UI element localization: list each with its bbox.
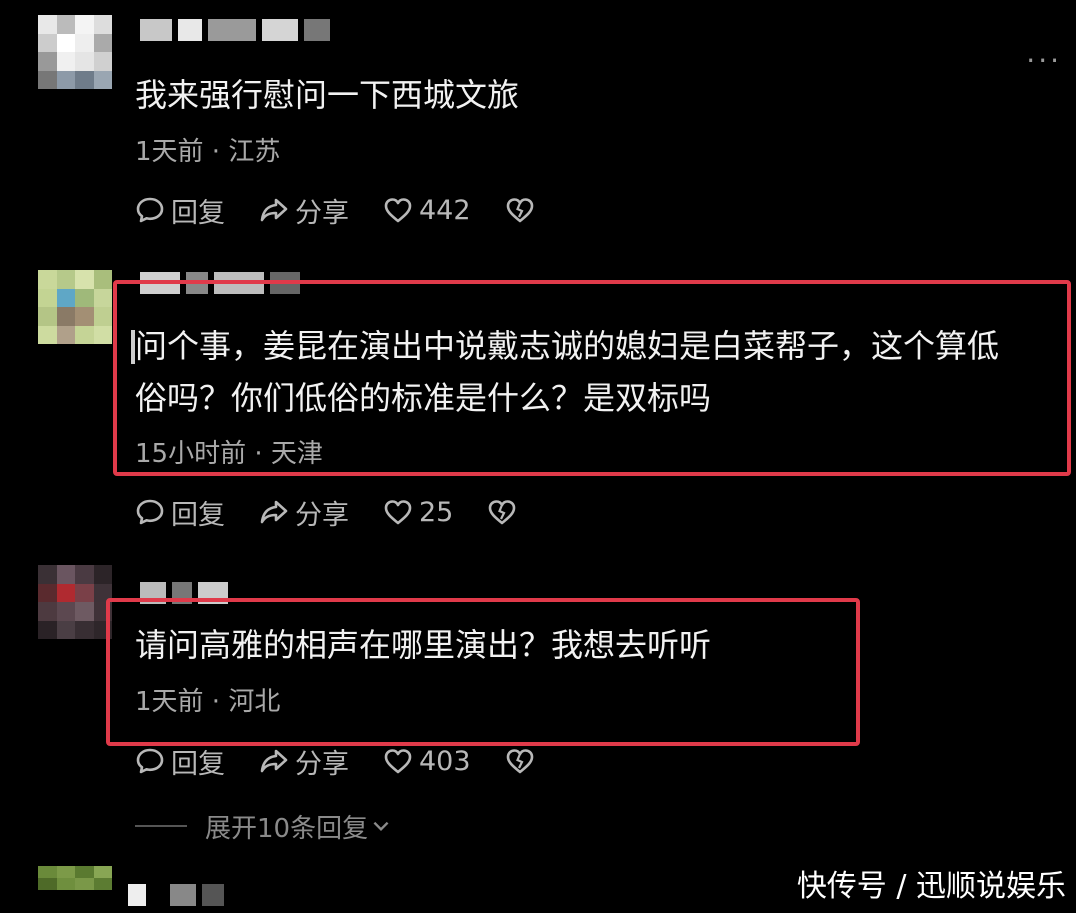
comment-bubble-icon bbox=[136, 197, 164, 223]
avatar[interactable] bbox=[38, 565, 112, 639]
reply-label: 回复 bbox=[171, 748, 225, 780]
username-blurred[interactable] bbox=[140, 15, 330, 45]
action-bar: 回复 分享 25 bbox=[135, 492, 551, 532]
like-count: 25 bbox=[419, 496, 454, 528]
avatar[interactable] bbox=[38, 866, 112, 913]
reply-label: 回复 bbox=[171, 197, 225, 229]
share-label: 分享 bbox=[295, 197, 349, 229]
highlight-box bbox=[113, 280, 1071, 476]
share-button[interactable]: 分享 bbox=[259, 742, 349, 781]
expand-replies-label: 展开10条回复 bbox=[205, 813, 369, 844]
chevron-down-icon bbox=[373, 821, 389, 832]
like-count: 403 bbox=[419, 745, 471, 777]
reply-button[interactable]: 回复 bbox=[135, 191, 225, 230]
comment-meta: 1天前 · 江苏 bbox=[135, 137, 281, 167]
broken-heart-icon bbox=[506, 198, 533, 223]
heart-icon bbox=[384, 198, 412, 223]
comment-bubble-icon bbox=[136, 748, 164, 774]
like-button[interactable]: 25 bbox=[383, 497, 453, 528]
more-icon[interactable]: ... bbox=[1026, 36, 1062, 69]
avatar[interactable] bbox=[38, 270, 112, 344]
action-bar: 回复 分享 442 bbox=[135, 190, 569, 230]
like-button[interactable]: 442 bbox=[383, 195, 471, 226]
expand-replies-button[interactable]: 展开10条回复 bbox=[135, 808, 392, 844]
share-button[interactable]: 分享 bbox=[259, 191, 349, 230]
broken-heart-icon bbox=[489, 500, 516, 525]
heart-icon bbox=[384, 500, 412, 525]
share-label: 分享 bbox=[295, 499, 349, 531]
share-arrow-icon bbox=[260, 198, 288, 222]
dislike-button[interactable] bbox=[505, 195, 535, 225]
avatar[interactable] bbox=[38, 15, 112, 89]
username-blurred[interactable] bbox=[128, 880, 224, 910]
action-bar: 回复 分享 403 bbox=[135, 741, 569, 781]
dislike-button[interactable] bbox=[487, 497, 517, 527]
like-button[interactable]: 403 bbox=[383, 746, 471, 777]
share-button[interactable]: 分享 bbox=[259, 493, 349, 532]
comment-bubble-icon bbox=[136, 499, 164, 525]
reply-button[interactable]: 回复 bbox=[135, 742, 225, 781]
divider-line bbox=[135, 825, 187, 827]
reply-button[interactable]: 回复 bbox=[135, 493, 225, 532]
broken-heart-icon bbox=[506, 749, 533, 774]
share-arrow-icon bbox=[260, 749, 288, 773]
share-arrow-icon bbox=[260, 500, 288, 524]
share-label: 分享 bbox=[295, 748, 349, 780]
dislike-button[interactable] bbox=[505, 746, 535, 776]
heart-icon bbox=[384, 749, 412, 774]
highlight-box bbox=[106, 598, 860, 746]
reply-label: 回复 bbox=[171, 499, 225, 531]
like-count: 442 bbox=[419, 194, 471, 226]
comment-text: 我来强行慰问一下西城文旅 bbox=[135, 76, 520, 114]
watermark: 快传号 / 迅顺说娱乐 bbox=[796, 869, 1066, 904]
